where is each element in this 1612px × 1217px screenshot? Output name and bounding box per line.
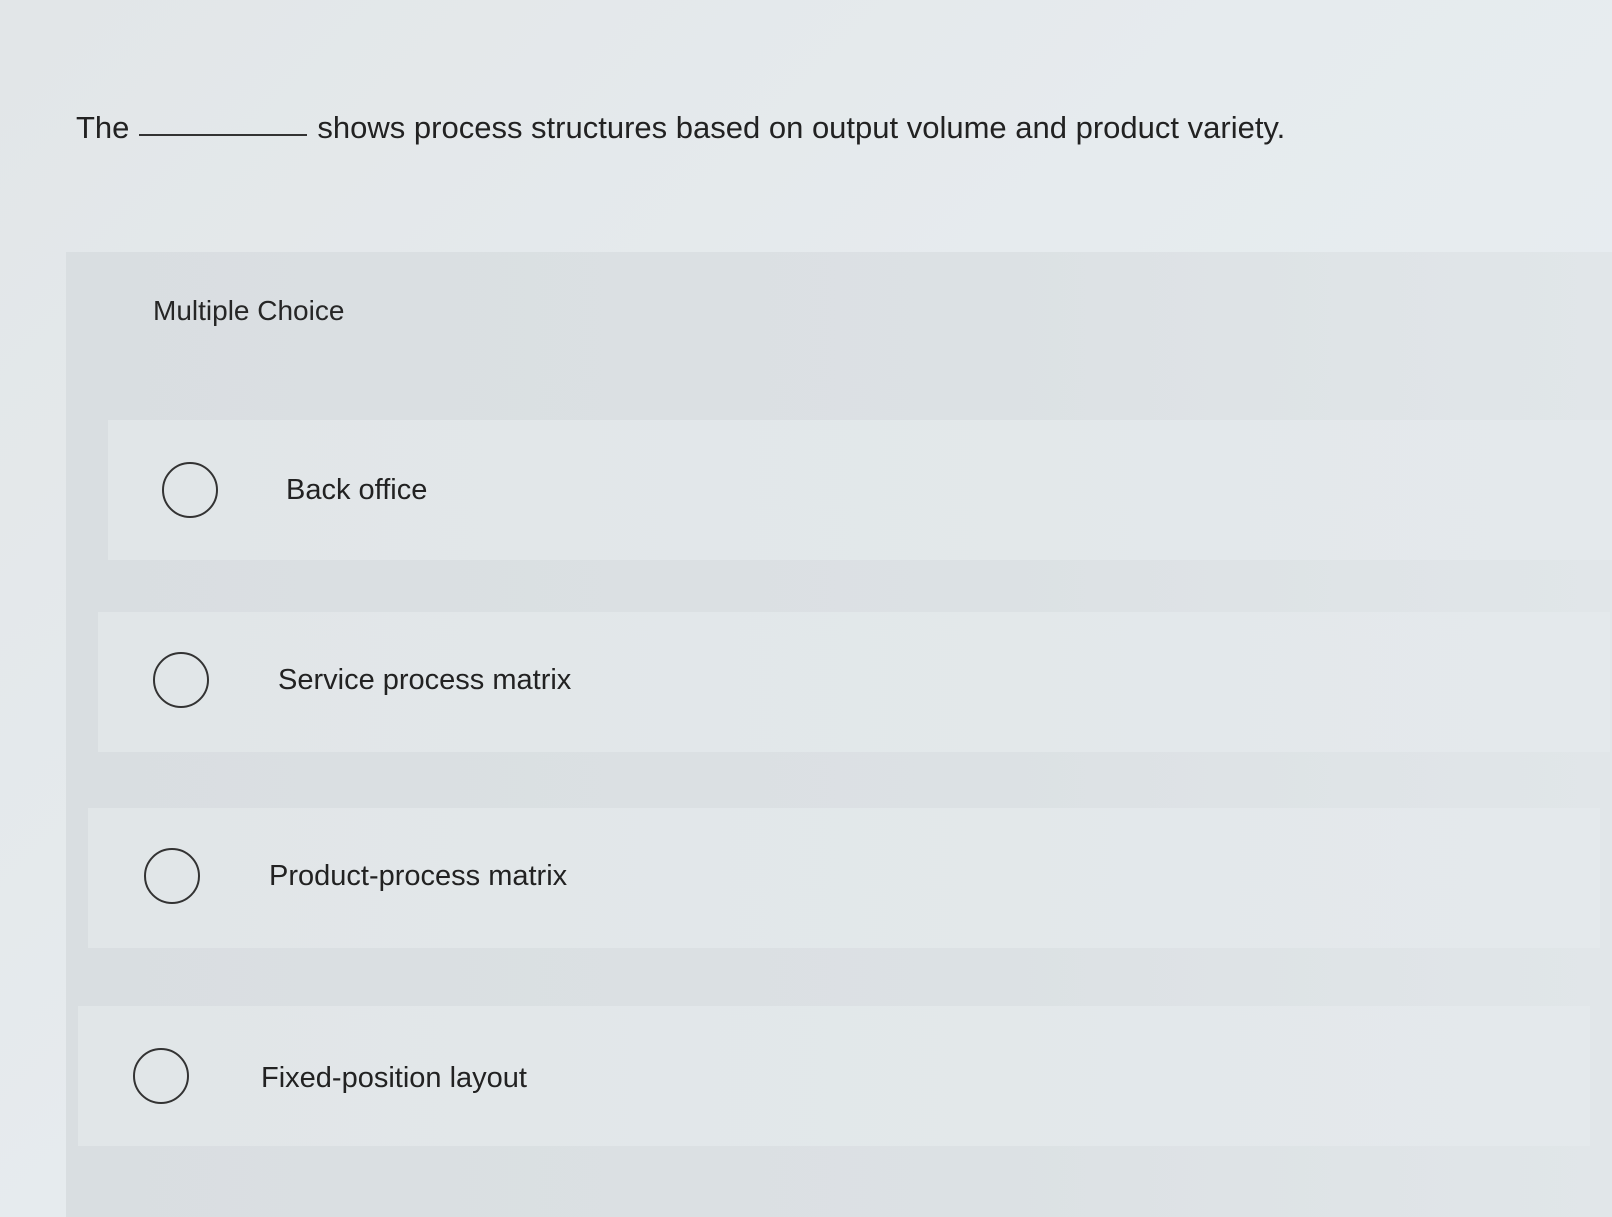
answer-blank (139, 134, 308, 136)
radio-button-icon[interactable] (153, 652, 209, 708)
choice-option-2[interactable]: Service process matrix (98, 612, 1610, 752)
question-prefix: The (76, 110, 130, 145)
multiple-choice-heading: Multiple Choice (153, 295, 345, 326)
radio-button-icon[interactable] (162, 462, 218, 518)
choice-option-3[interactable]: Product-process matrix (88, 808, 1600, 948)
choice-label: Service process matrix (278, 664, 572, 696)
choice-label: Fixed-position layout (261, 1062, 527, 1094)
choice-option-1[interactable]: Back office (108, 420, 1612, 560)
question-text: The shows process structures based on ou… (76, 108, 1285, 148)
page-background: The shows process structures based on ou… (0, 0, 1612, 1217)
question-suffix: shows process structures based on output… (317, 110, 1286, 145)
choice-label: Product-process matrix (269, 860, 568, 892)
choice-option-4[interactable]: Fixed-position layout (78, 1006, 1590, 1146)
choice-label: Back office (286, 474, 428, 506)
radio-button-icon[interactable] (133, 1048, 189, 1104)
radio-button-icon[interactable] (144, 848, 200, 904)
